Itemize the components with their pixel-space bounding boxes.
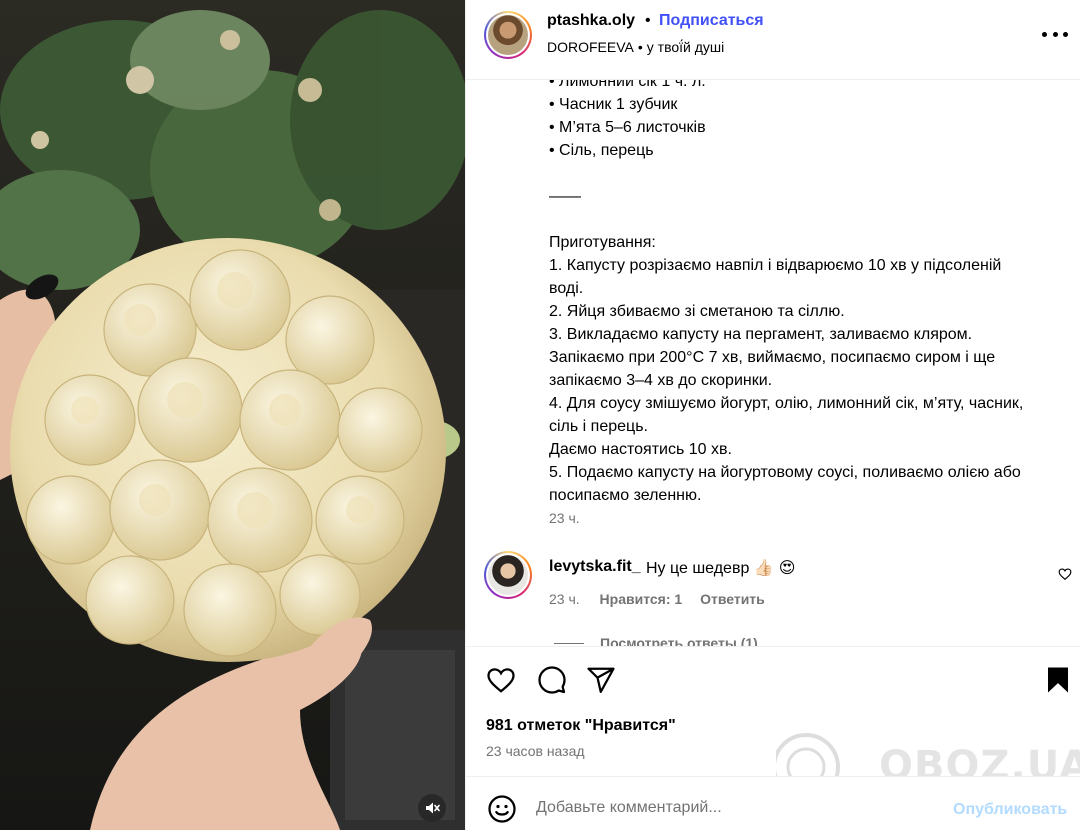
caption-line: —— — [549, 188, 581, 205]
commenter-username[interactable]: levytska.fit_ — [549, 558, 641, 576]
comment-text: Ну це шедевр 👍🏻 😍 — [646, 558, 795, 578]
share-icon[interactable] — [586, 665, 616, 695]
action-bar: 981 отметок "Нравится" 23 часов назад OB… — [466, 646, 1080, 801]
comment-composer: Опубликовать — [466, 776, 1080, 830]
heart-icon[interactable] — [486, 665, 516, 695]
post-header: ptashka.oly • Подписаться DOROFEEVA • у тв… — [466, 0, 1080, 80]
caption-line: Приготування: — [549, 234, 656, 251]
caption-line: 1. Капусту розрізаємо навпіл і відварюєм… — [549, 257, 1002, 274]
caption-line: 2. Яйця збиваємо зі сметаною та сіллю. — [549, 303, 845, 320]
comment-time: 23 ч. — [549, 591, 580, 607]
bookmark-icon[interactable] — [1043, 665, 1073, 695]
caption-line: 3. Викладаємо капусту на пергамент, зали… — [549, 326, 973, 343]
caption-line — [549, 208, 1064, 231]
post-caption: • Лимонний сік 1 ч. л. • Часник 1 зубчик •… — [549, 70, 1064, 507]
post-time[interactable]: 23 часов назад — [486, 743, 585, 759]
comment-emojis: 👍🏻 😍 — [753, 558, 796, 577]
caption-line: 5. Подаємо капусту на йогуртовому соусі,… — [549, 464, 1021, 481]
caption-line: посипаємо зеленню. — [549, 487, 702, 504]
caption-line: воді. — [549, 280, 584, 297]
cauliflower-photo — [0, 0, 465, 830]
caption-line: Даємо настоятись 10 хв. — [549, 441, 732, 458]
comment-likes[interactable]: Нравится: 1 — [600, 591, 683, 607]
audio-artist[interactable]: DOROFEEVA — [547, 39, 634, 55]
view-replies-button[interactable]: Посмотреть ответы (1) — [554, 635, 758, 646]
author-username[interactable]: ptashka.oly — [547, 12, 635, 30]
more-options-icon[interactable] — [1042, 24, 1068, 44]
caption-line: 4. Для соусу змішуємо йогурт, олію, лимо… — [549, 395, 1024, 412]
header-separator: • — [645, 12, 651, 29]
mute-button[interactable] — [418, 794, 446, 822]
emoji-picker-icon[interactable] — [487, 794, 517, 824]
author-avatar[interactable] — [484, 11, 532, 59]
caption-line: Запікаємо при 200°С 7 хв, виймаємо, поси… — [549, 349, 996, 366]
comments-scroll-area[interactable]: • Лимонний сік 1 ч. л. • Часник 1 зубчик •… — [466, 60, 1080, 646]
audio-track[interactable]: у твої́й душі — [647, 39, 724, 55]
post-media[interactable] — [0, 0, 465, 830]
comment-body: Ну це шедевр — [646, 560, 750, 577]
audio-separator: • — [637, 39, 643, 55]
caption-line: сіль і перець. — [549, 418, 648, 435]
post-panel: • Лимонний сік 1 ч. л. • Часник 1 зубчик •… — [465, 0, 1080, 830]
caption-line: запікаємо 3–4 хв до скоринки. — [549, 372, 773, 389]
likes-count[interactable]: 981 отметок "Нравится" — [486, 717, 676, 735]
caption-time: 23 ч. — [549, 510, 580, 526]
view-replies-label: Посмотреть ответы (1) — [600, 635, 758, 646]
follow-button[interactable]: Подписаться — [659, 12, 764, 30]
caption-line: • М’ята 5–6 листочків — [549, 119, 706, 136]
audio-attribution[interactable]: DOROFEEVA • у твої́й душі — [547, 39, 724, 55]
caption-line — [549, 162, 1064, 185]
publish-button[interactable]: Опубликовать — [953, 801, 1067, 819]
comment-icon[interactable] — [537, 665, 567, 695]
comment-input[interactable] — [536, 799, 936, 817]
replies-divider — [554, 642, 584, 644]
comment-like-heart-icon[interactable] — [1058, 567, 1072, 581]
speaker-muted-icon — [426, 802, 440, 814]
reply-button[interactable]: Ответить — [700, 591, 765, 607]
comment-meta: 23 ч. Нравится: 1 Ответить — [549, 591, 765, 607]
caption-line: • Сіль, перець — [549, 142, 654, 159]
commenter-avatar[interactable] — [484, 551, 532, 599]
caption-line: • Часник 1 зубчик — [549, 96, 678, 113]
